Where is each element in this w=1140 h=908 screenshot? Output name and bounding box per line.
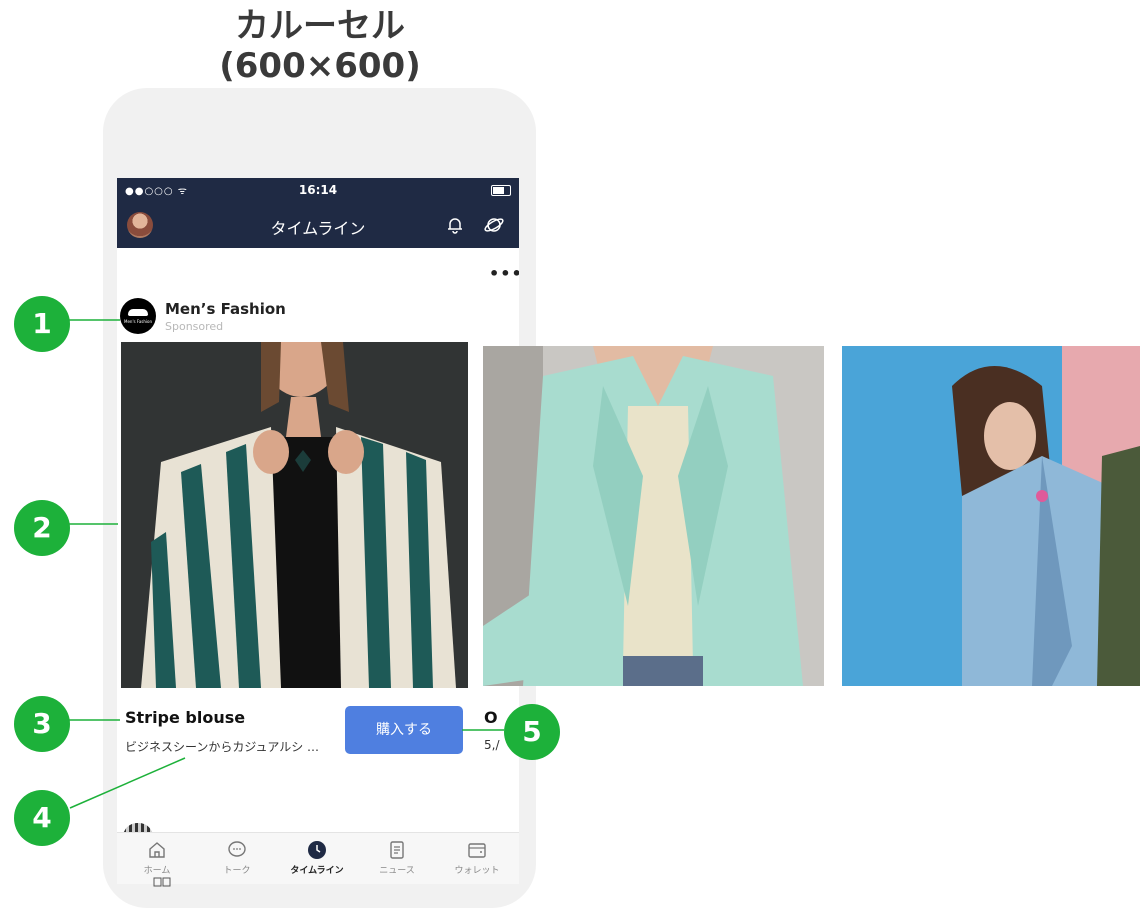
callout-marker-4: 4 [14,790,70,846]
home-indicator-icon [153,877,171,887]
callout-leader-lines [66,319,504,809]
callout-marker-1: 1 [14,296,70,352]
callout-marker-2: 2 [14,500,70,556]
callout-marker-5: 5 [504,704,560,760]
callout-marker-3: 3 [14,696,70,752]
